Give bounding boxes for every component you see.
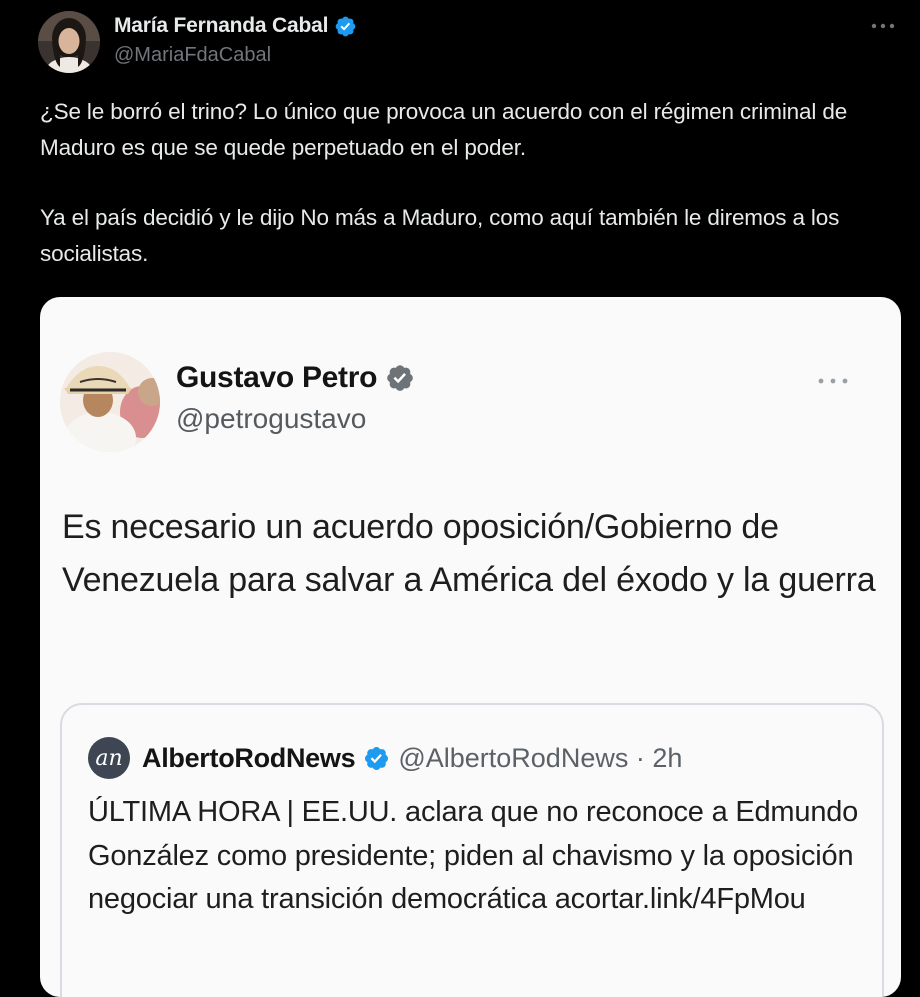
verified-badge-icon (363, 745, 390, 772)
tweet-text: ¿Se le borró el trino? Lo único que prov… (40, 94, 890, 272)
verified-badge-gray-icon (385, 363, 415, 393)
quoted-tweet-text: ÚLTIMA HORA | EE.UU. aclara que no recon… (88, 796, 859, 915)
more-options-icon (813, 371, 853, 391)
embedded-author-block: Gustavo Petro @petrogustavo (176, 361, 415, 435)
quoted-tweet-header: an AlbertoRodNews @AlbertoRodNews · 2h (88, 737, 682, 779)
verified-badge-icon (334, 15, 357, 38)
embedded-screenshot[interactable]: Gustavo Petro @petrogustavo Es necesario… (40, 297, 901, 997)
quoted-tweet: an AlbertoRodNews @AlbertoRodNews · 2h Ú… (60, 703, 884, 997)
author-avatar[interactable] (38, 11, 100, 73)
embedded-author-avatar (60, 352, 160, 452)
tweet-paragraph: Ya el país decidió y le dijo No más a Ma… (40, 205, 840, 266)
more-options-icon[interactable] (868, 14, 898, 38)
tweet-paragraph: ¿Se le borró el trino? Lo único que prov… (40, 99, 848, 160)
quoted-author-handle-time: @AlbertoRodNews · 2h (398, 742, 683, 773)
author-block: María Fernanda Cabal @MariaFdaCabal (114, 14, 357, 67)
quoted-author-logo: an (88, 737, 130, 779)
quoted-author-name: AlbertoRodNews (142, 742, 356, 773)
embedded-author-handle: @petrogustavo (176, 403, 367, 434)
embedded-author-name: Gustavo Petro (176, 361, 378, 394)
author-handle[interactable]: @MariaFdaCabal (114, 44, 357, 67)
embedded-tweet-text: Es necesario un acuerdo oposición/Gobier… (62, 508, 876, 599)
tweet: María Fernanda Cabal @MariaFdaCabal ¿Se … (0, 0, 920, 997)
author-display-name[interactable]: María Fernanda Cabal (114, 14, 328, 38)
